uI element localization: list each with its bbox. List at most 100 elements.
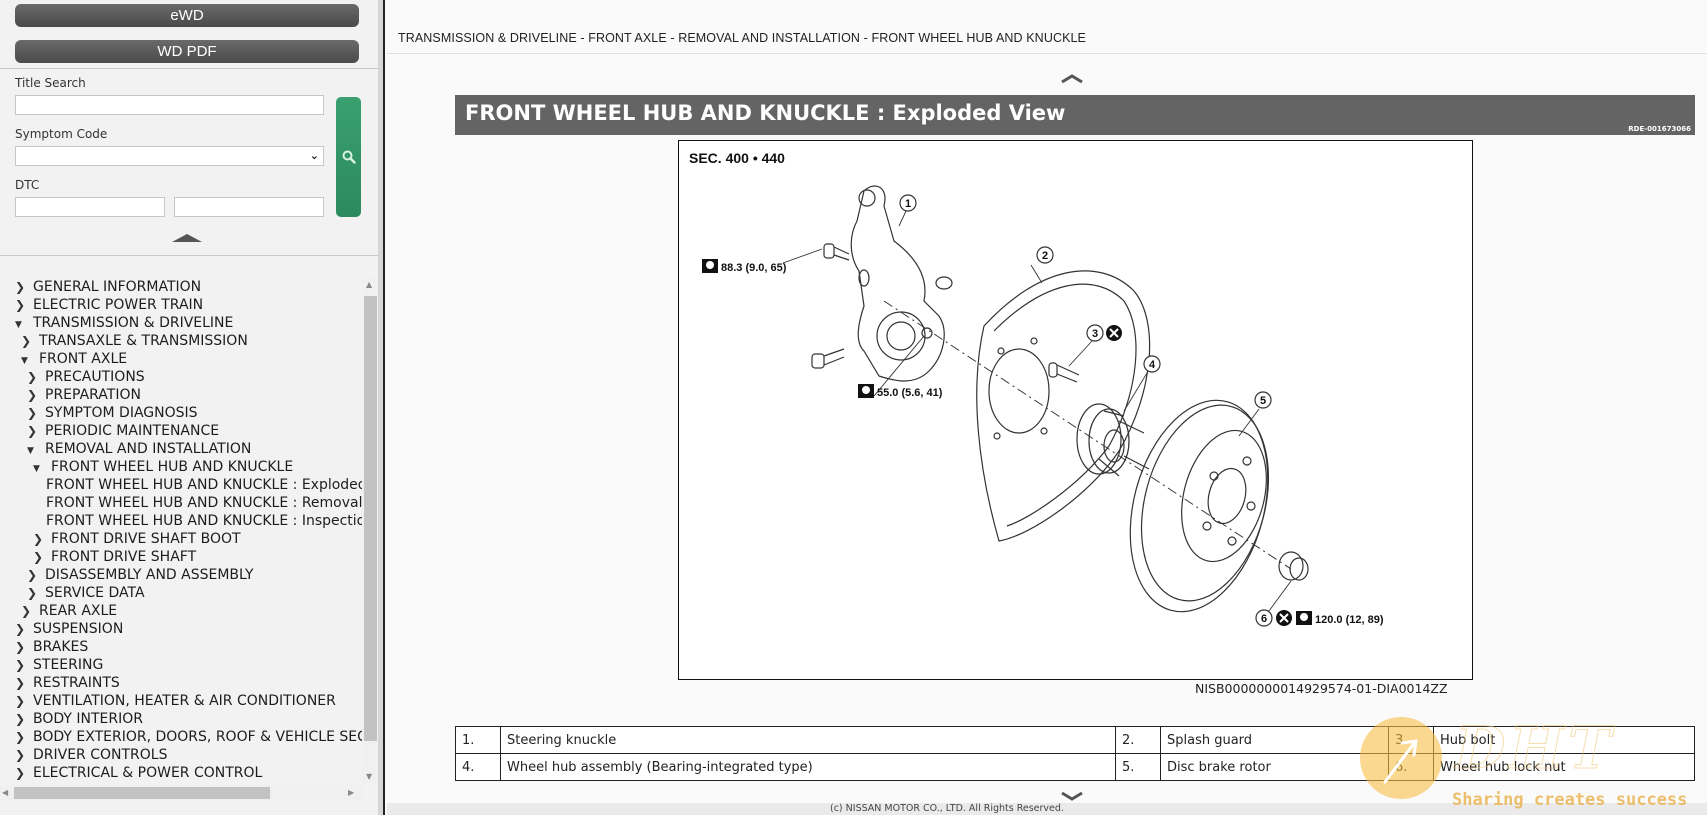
main-content: TRANSMISSION & DRIVELINE - FRONT AXLE - … xyxy=(387,0,1707,815)
tree-item-label: SERVICE DATA xyxy=(45,585,145,601)
ewd-button[interactable]: eWD xyxy=(15,4,359,27)
chevron-right-icon[interactable]: ❯ xyxy=(27,404,45,422)
knuckle-bolt-lower-part xyxy=(811,348,845,369)
chevron-right-icon[interactable]: ❯ xyxy=(15,710,33,728)
chevron-right-icon[interactable]: ❯ xyxy=(15,620,33,638)
scrollbar-thumb[interactable] xyxy=(14,787,270,799)
chevron-right-icon[interactable]: ❯ xyxy=(27,566,45,584)
tree-item[interactable]: ❯ BRAKES xyxy=(15,638,88,656)
chevron-right-icon[interactable]: ❯ xyxy=(33,530,51,548)
tree-item[interactable]: ▼ FRONT AXLE xyxy=(21,350,127,368)
chevron-right-icon[interactable]: ❯ xyxy=(33,548,51,566)
chevron-right-icon[interactable]: ❯ xyxy=(15,656,33,674)
chevron-right-icon[interactable]: ❯ xyxy=(15,674,33,692)
chevron-right-icon[interactable]: ❯ xyxy=(15,728,33,746)
tree-item-label: FRONT DRIVE SHAFT BOOT xyxy=(51,531,241,547)
tree-item[interactable]: FRONT WHEEL HUB AND KNUCKLE : Inspection xyxy=(46,512,362,530)
chevron-right-icon[interactable]: ❯ xyxy=(27,422,45,440)
sidebar-separator xyxy=(0,68,378,69)
tree-item-label: VENTILATION, HEATER & AIR CONDITIONER xyxy=(33,693,336,709)
tree-item[interactable]: ❯ SUSPENSION xyxy=(15,620,123,638)
table-row: 1. Steering knuckle 2. Splash guard 3. H… xyxy=(455,726,1695,754)
tree-item[interactable]: ❯ DRIVER CONTROLS xyxy=(15,746,168,764)
callout-3: 3 xyxy=(1092,328,1098,340)
tree-item[interactable]: ❯ GENERAL INFORMATION xyxy=(15,278,201,296)
tree-item[interactable]: ❯ DISASSEMBLY AND ASSEMBLY xyxy=(27,566,254,584)
title-search-input[interactable] xyxy=(15,95,324,115)
scrollbar-thumb[interactable] xyxy=(364,296,377,741)
dtc-input-to[interactable] xyxy=(174,197,324,217)
sidebar: eWD WD PDF Title Search Symptom Code ⌄ D… xyxy=(0,0,378,815)
chevron-right-icon[interactable]: ❯ xyxy=(15,764,33,782)
scroll-right-arrow-icon[interactable]: ▶ xyxy=(348,788,354,797)
wheel-hub-assembly-part xyxy=(1076,403,1150,477)
tree-item[interactable]: ▼ FRONT WHEEL HUB AND KNUCKLE xyxy=(33,458,293,476)
search-icon xyxy=(342,150,356,164)
part-name: Disc brake rotor xyxy=(1160,753,1389,781)
tree-item[interactable]: ❯ REAR AXLE xyxy=(21,602,117,620)
tree-item[interactable]: ❯ TRANSAXLE & TRANSMISSION xyxy=(21,332,248,350)
tree-item[interactable]: ▼ REMOVAL AND INSTALLATION xyxy=(27,440,251,458)
chevron-right-icon[interactable]: ❯ xyxy=(27,386,45,404)
chevron-right-icon[interactable]: ❯ xyxy=(27,368,45,386)
tree-item[interactable]: ❯ PREPARATION xyxy=(27,386,141,404)
chevron-right-icon[interactable]: ❯ xyxy=(21,602,39,620)
tree-item[interactable]: FRONT WHEEL HUB AND KNUCKLE : Exploded V… xyxy=(46,476,362,494)
part-number: 3. xyxy=(1388,726,1434,754)
dtc-input-from[interactable] xyxy=(15,197,165,217)
scroll-up-arrow-icon[interactable]: ▲ xyxy=(366,280,372,289)
tree-item-label: BODY INTERIOR xyxy=(33,711,143,727)
steering-knuckle-part xyxy=(850,185,953,382)
scroll-down-arrow-icon[interactable]: ▼ xyxy=(366,772,372,781)
part-number: 6. xyxy=(1388,753,1434,781)
tree-item[interactable]: ❯ BODY EXTERIOR, DOORS, ROOF & VEHICLE SE… xyxy=(15,728,362,746)
chevron-right-icon[interactable]: ❯ xyxy=(21,332,39,350)
breadcrumb: TRANSMISSION & DRIVELINE - FRONT AXLE - … xyxy=(398,31,1086,45)
chevron-right-icon[interactable]: ❯ xyxy=(15,638,33,656)
callout-6: 6 xyxy=(1261,613,1267,625)
panel-splitter[interactable] xyxy=(378,0,385,815)
collapse-search-panel-button[interactable] xyxy=(172,234,202,242)
callout-2: 2 xyxy=(1042,250,1048,262)
copyright-text: (c) NISSAN MOTOR CO., LTD. All Rights Re… xyxy=(830,803,1064,814)
tree-item[interactable]: ❯ SYMPTOM DIAGNOSIS xyxy=(27,404,198,422)
tree-item[interactable]: ❯ STEERING xyxy=(15,656,103,674)
tree-vertical-scrollbar[interactable]: ▲ ▼ xyxy=(362,278,378,783)
tree-item[interactable]: ❯ ELECTRICAL & POWER CONTROL xyxy=(15,764,262,782)
chevron-right-icon[interactable]: ❯ xyxy=(27,584,45,602)
tree-item-label: REMOVAL AND INSTALLATION xyxy=(45,441,252,457)
tree-item-label: SUSPENSION xyxy=(33,621,124,637)
scroll-left-arrow-icon[interactable]: ◀ xyxy=(2,788,8,797)
tree-item[interactable]: ❯ ELECTRIC POWER TRAIN xyxy=(15,296,203,314)
tree-item[interactable]: ❯ FRONT DRIVE SHAFT xyxy=(33,548,196,566)
chevron-right-icon[interactable]: ❯ xyxy=(15,296,33,314)
disc-brake-rotor-part xyxy=(1129,399,1270,613)
tree-item-label: FRONT AXLE xyxy=(39,351,128,367)
chevron-right-icon[interactable]: ❯ xyxy=(15,278,33,296)
search-button[interactable] xyxy=(336,97,361,217)
tree-item[interactable]: ❯ FRONT DRIVE SHAFT BOOT xyxy=(33,530,241,548)
breadcrumb-divider xyxy=(387,53,1707,54)
tree-item[interactable]: ❯ VENTILATION, HEATER & AIR CONDITIONER xyxy=(15,692,336,710)
scroll-up-chevron-icon[interactable] xyxy=(1060,73,1084,83)
tree-item[interactable]: ❯ PRECAUTIONS xyxy=(27,368,145,386)
page-title: FRONT WHEEL HUB AND KNUCKLE : Exploded V… xyxy=(465,101,1066,125)
symptom-code-select[interactable]: ⌄ xyxy=(15,146,324,166)
tree-item[interactable]: FRONT WHEEL HUB AND KNUCKLE : Removal an… xyxy=(46,494,362,512)
chevron-right-icon[interactable]: ❯ xyxy=(15,692,33,710)
tree-item[interactable]: ❯ PERIODIC MAINTENANCE xyxy=(27,422,219,440)
tree-item[interactable]: ❯ RESTRAINTS xyxy=(15,674,120,692)
scroll-down-chevron-icon[interactable] xyxy=(1060,791,1084,801)
tree-item[interactable]: ❯ SERVICE DATA xyxy=(27,584,145,602)
wd-pdf-button[interactable]: WD PDF xyxy=(15,40,359,63)
page-title-bar: FRONT WHEEL HUB AND KNUCKLE : Exploded V… xyxy=(455,95,1695,135)
tree-item[interactable]: ❯ BODY INTERIOR xyxy=(15,710,143,728)
chevron-right-icon[interactable]: ❯ xyxy=(15,746,33,764)
tree-item[interactable]: ▼ TRANSMISSION & DRIVELINE xyxy=(15,314,233,332)
tree-item-label: FRONT WHEEL HUB AND KNUCKLE xyxy=(51,459,294,475)
tree-item-label: ELECTRICAL & POWER CONTROL xyxy=(33,765,263,781)
tree-horizontal-scrollbar[interactable]: ◀ ▶ xyxy=(0,785,362,801)
part-number: 1. xyxy=(455,726,501,754)
torque-spec-lock-nut: 120.0 (12, 89) xyxy=(1315,614,1384,626)
chevron-down-icon: ⌄ xyxy=(309,149,319,162)
